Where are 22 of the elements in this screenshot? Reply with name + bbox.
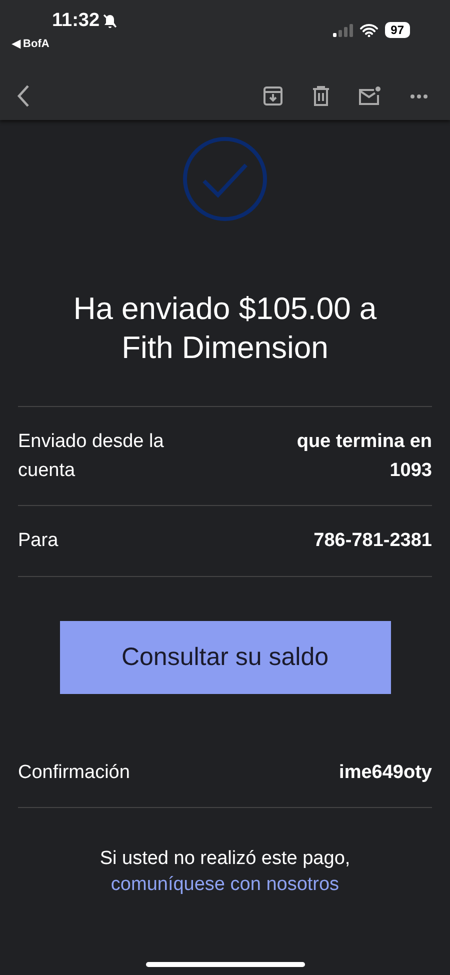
more-icon[interactable] bbox=[410, 94, 428, 98]
back-icon[interactable] bbox=[16, 84, 30, 108]
battery-level: 97 bbox=[384, 22, 410, 38]
status-time: 11:32 bbox=[52, 10, 100, 32]
detail-label: Enviado desde la cuenta bbox=[18, 430, 165, 483]
signal-icon bbox=[332, 24, 353, 36]
wifi-icon bbox=[360, 24, 378, 36]
detail-value: 786-781-2381 bbox=[314, 529, 432, 554]
trash-icon[interactable] bbox=[312, 86, 330, 106]
back-to-app-link[interactable]: ◀ BofA bbox=[12, 37, 50, 50]
check-balance-button[interactable]: Consultar su saldo bbox=[60, 620, 390, 694]
detail-value: ime649oty bbox=[339, 760, 432, 785]
detail-value: que termina en 1093 bbox=[296, 430, 432, 483]
contact-link[interactable]: comuníquese con nosotros bbox=[110, 874, 340, 896]
detail-label: Para bbox=[18, 529, 58, 554]
footer-text: Si usted no realizó este pago, bbox=[100, 848, 350, 870]
archive-icon[interactable] bbox=[263, 86, 283, 106]
detail-label: Confirmación bbox=[18, 760, 130, 785]
check-circle-icon bbox=[182, 136, 268, 222]
payment-headline: Ha enviado $105.00 a Fith Dimension bbox=[72, 290, 378, 367]
muted-bell-icon bbox=[102, 13, 118, 29]
mail-icon[interactable] bbox=[359, 86, 381, 106]
